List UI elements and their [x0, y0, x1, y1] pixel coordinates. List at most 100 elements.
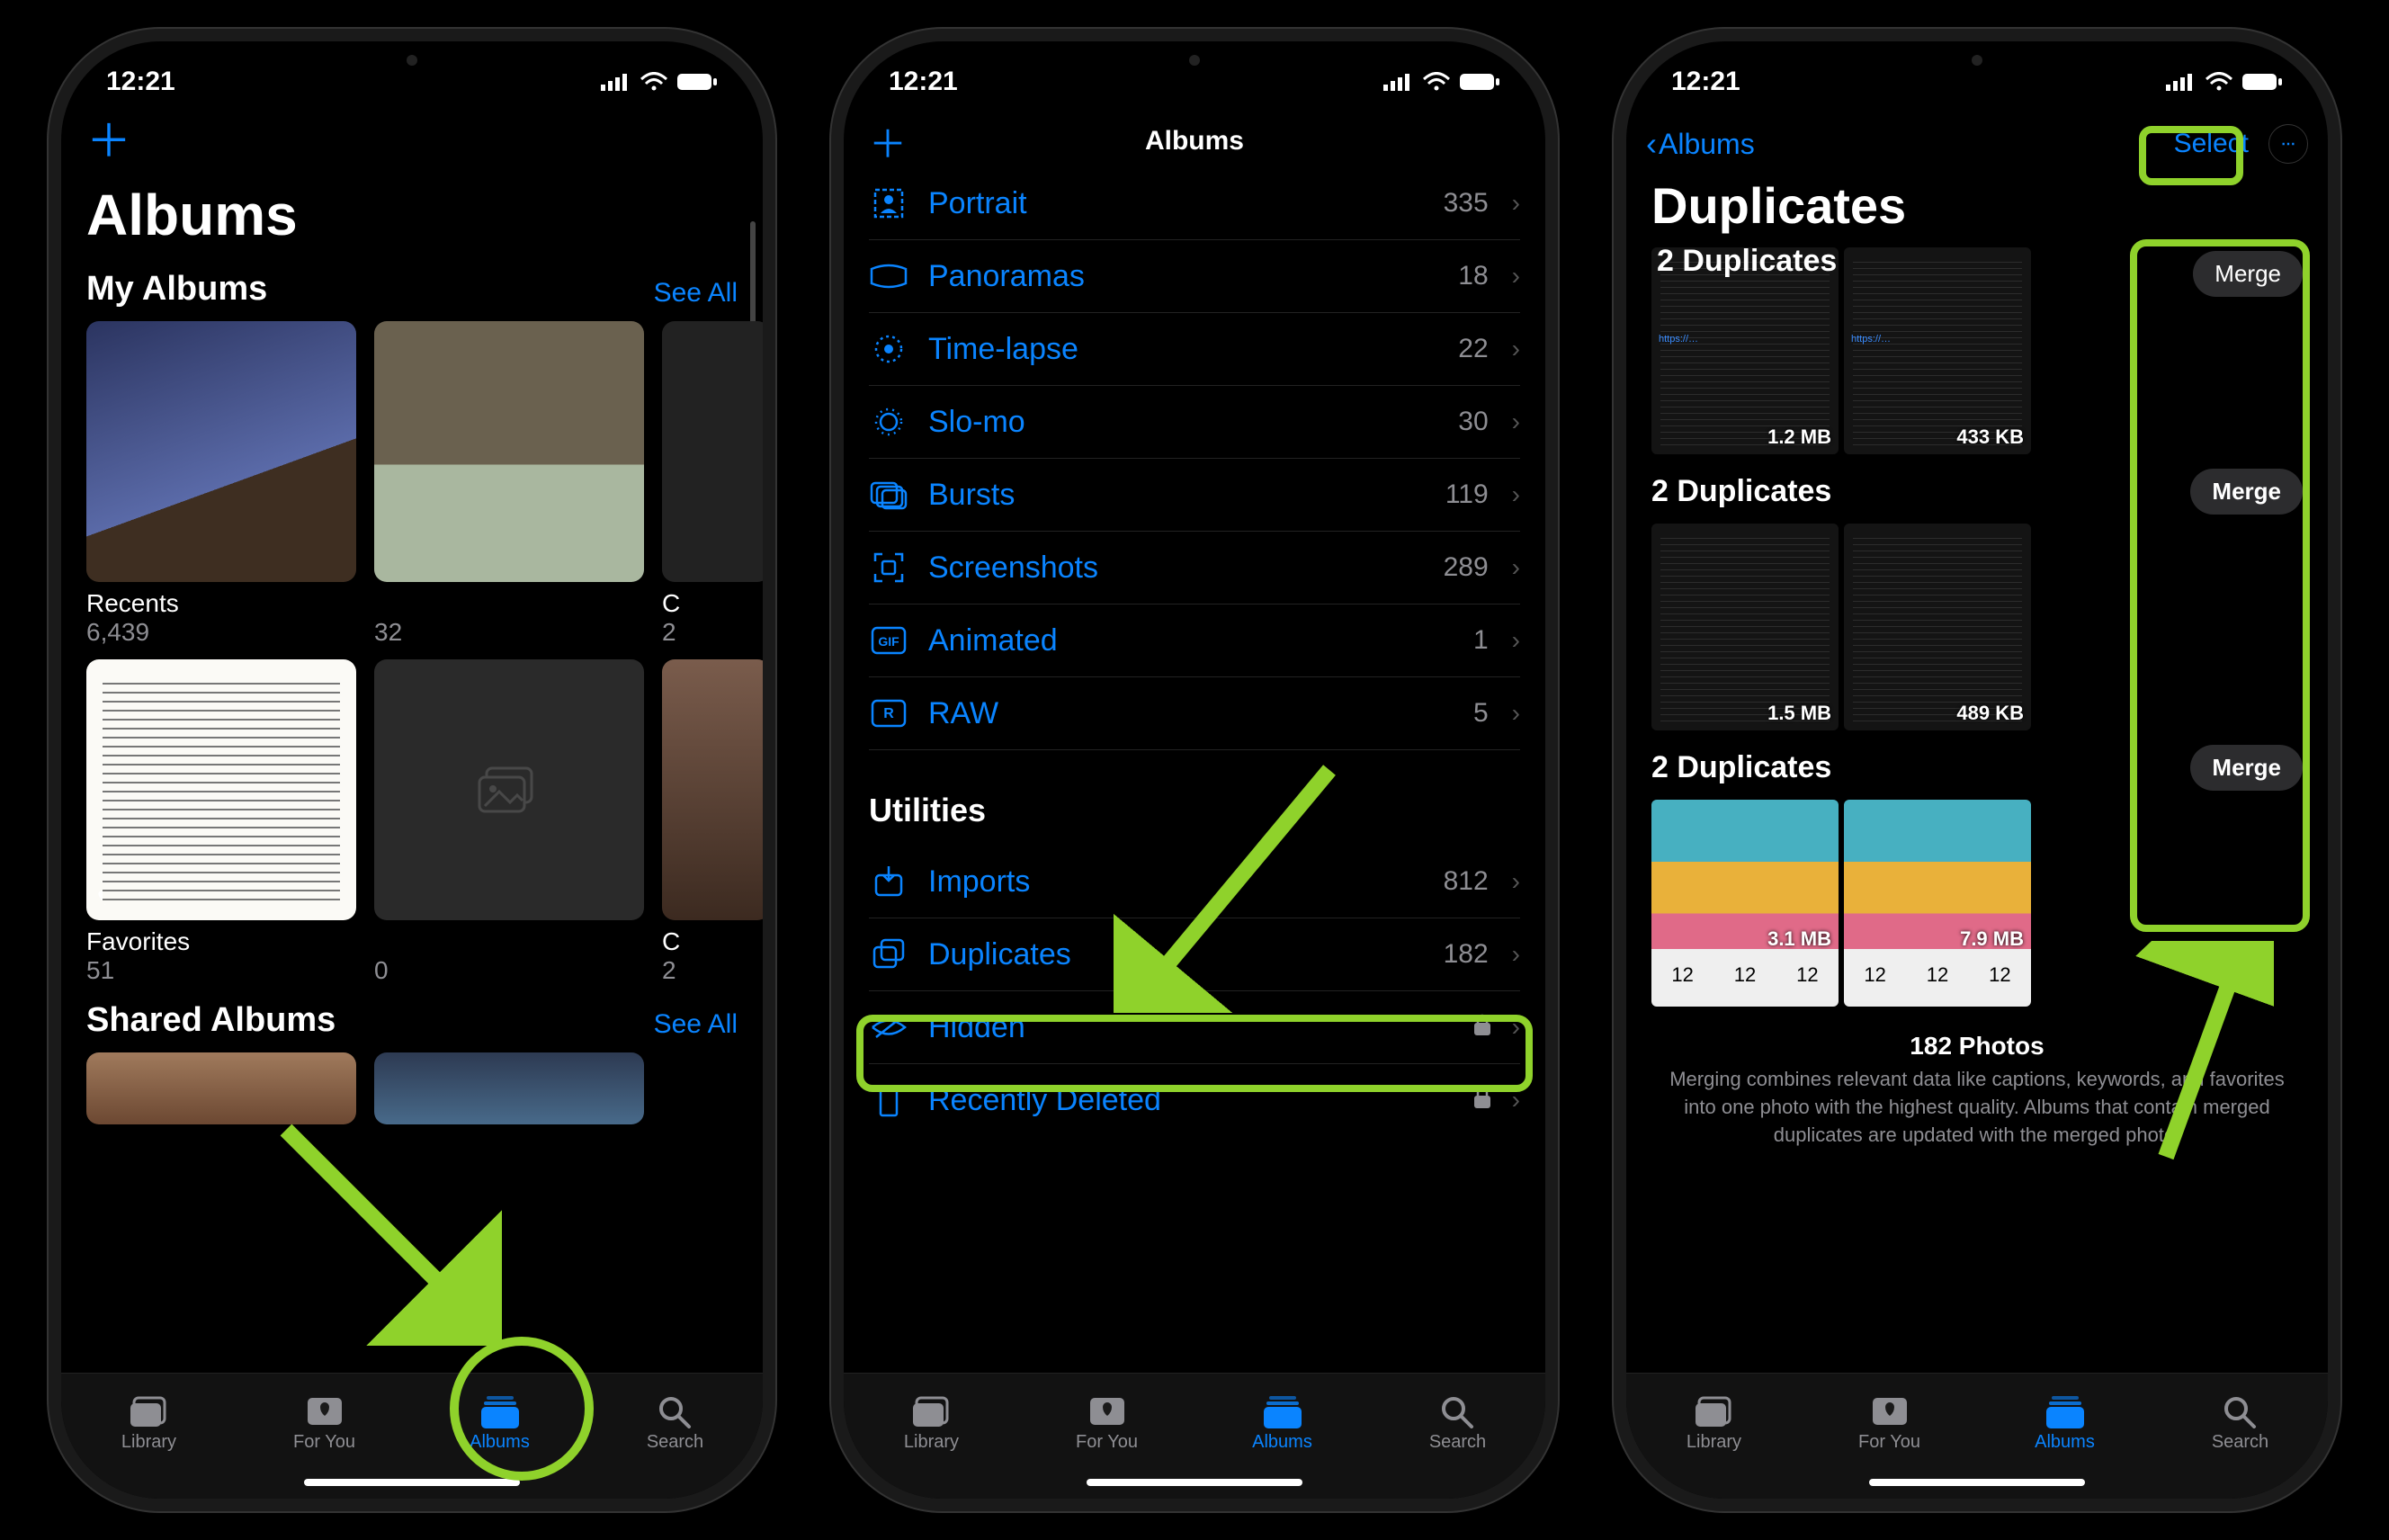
duplicate-group: 2 Duplicates https://… 1.2 MB https://… …: [1626, 244, 2328, 454]
row-panoramas[interactable]: Panoramas 18 ›: [869, 240, 1520, 313]
see-all-link[interactable]: See All: [654, 278, 738, 309]
tab-search[interactable]: Search: [2152, 1374, 2328, 1473]
album-thumb: [662, 659, 763, 920]
album-tile[interactable]: C 2: [662, 321, 763, 647]
add-button[interactable]: ＋: [86, 116, 131, 166]
album-count: 6,439: [86, 618, 356, 647]
cellular-icon: [2166, 73, 2197, 91]
tab-albums[interactable]: Albums: [412, 1374, 587, 1473]
album-thumb: [374, 659, 644, 920]
album-count: 2: [662, 618, 763, 647]
notch: [1860, 41, 2094, 79]
row-count: 812: [1444, 866, 1489, 897]
see-all-link[interactable]: See All: [654, 1009, 738, 1040]
thumb-link: https://…: [1851, 334, 1891, 345]
home-indicator[interactable]: [1869, 1479, 2085, 1486]
duplicate-thumb[interactable]: 1.5 MB: [1651, 524, 1839, 730]
album-thumb: [86, 321, 356, 582]
back-label: Albums: [1659, 128, 1755, 161]
imports-icon: [869, 862, 908, 901]
chevron-left-icon: ‹: [1646, 125, 1657, 163]
tab-albums[interactable]: Albums: [1977, 1374, 2152, 1473]
tab-label: For You: [293, 1432, 355, 1453]
tab-search[interactable]: Search: [587, 1374, 763, 1473]
row-animated[interactable]: GIF Animated 1 ›: [869, 604, 1520, 677]
tab-label: Search: [2212, 1432, 2268, 1453]
home-indicator[interactable]: [1087, 1479, 1302, 1486]
group-heading: 2 Duplicates: [1651, 750, 1831, 785]
row-count: 22: [1458, 334, 1488, 364]
row-timelapse[interactable]: Time-lapse 22 ›: [869, 313, 1520, 386]
duplicate-thumb[interactable]: 121212 7.9 MB: [1844, 800, 2031, 1007]
row-portrait[interactable]: Portrait 335 ›: [869, 167, 1520, 240]
album-tile-empty[interactable]: 0: [374, 659, 644, 985]
annotation-arrow: [268, 1112, 502, 1346]
tab-label: Albums: [470, 1432, 530, 1453]
more-button[interactable]: ⋯: [2268, 124, 2308, 164]
add-button[interactable]: ＋: [869, 114, 907, 169]
tab-foryou[interactable]: For You: [1802, 1374, 1977, 1473]
merge-button[interactable]: Merge: [2190, 469, 2303, 515]
tab-foryou[interactable]: For You: [237, 1374, 412, 1473]
album-name: Favorites: [86, 927, 356, 956]
tab-foryou[interactable]: For You: [1019, 1374, 1194, 1473]
home-indicator[interactable]: [304, 1479, 520, 1486]
status-time: 12:21: [1671, 67, 1740, 97]
tab-albums[interactable]: Albums: [1194, 1374, 1370, 1473]
duplicate-thumb[interactable]: https://… 433 KB: [1844, 247, 2031, 454]
row-slomo[interactable]: Slo-mo 30 ›: [869, 386, 1520, 459]
my-albums-header: My Albums See All: [61, 257, 763, 318]
row-count: 5: [1473, 698, 1489, 729]
tab-library[interactable]: Library: [61, 1374, 237, 1473]
tab-library[interactable]: Library: [844, 1374, 1019, 1473]
select-button[interactable]: Select: [2174, 129, 2249, 159]
notch: [295, 41, 529, 79]
tab-label: Albums: [1252, 1432, 1312, 1453]
svg-text:R: R: [883, 706, 894, 721]
scroll-indicator[interactable]: [750, 221, 756, 329]
row-recently-deleted[interactable]: Recently Deleted ›: [869, 1064, 1520, 1136]
album-tile-recents[interactable]: Recents 6,439: [86, 321, 356, 647]
tab-search[interactable]: Search: [1370, 1374, 1545, 1473]
album-thumb: ♥: [86, 659, 356, 920]
phone-frame-2: 12:21 ＋ Albums Portrait 335 › Panoramas …: [844, 41, 1545, 1499]
duplicate-thumb[interactable]: 121212 3.1 MB: [1651, 800, 1839, 1007]
row-label: Recently Deleted: [928, 1083, 1453, 1118]
row-raw[interactable]: R RAW 5 ›: [869, 677, 1520, 750]
screenshots-icon: [869, 548, 908, 587]
row-screenshots[interactable]: Screenshots 289 ›: [869, 532, 1520, 604]
nav-title: Albums: [1145, 126, 1244, 157]
tab-label: Library: [121, 1432, 176, 1453]
album-tile[interactable]: C 2: [662, 659, 763, 985]
album-tile[interactable]: 32: [374, 321, 644, 647]
tab-label: Search: [647, 1432, 703, 1453]
row-count: 119: [1445, 479, 1489, 510]
duplicate-thumb[interactable]: 489 KB: [1844, 524, 2031, 730]
album-name: [374, 927, 644, 956]
back-button[interactable]: ‹ Albums: [1646, 125, 1755, 163]
wifi-icon: [1423, 72, 1450, 92]
shared-albums-header: Shared Albums See All: [61, 989, 763, 1049]
chevron-right-icon: ›: [1512, 335, 1520, 363]
phone-frame-3: 12:21 ‹ Albums Select ⋯ Duplicates 2 Dup…: [1626, 41, 2328, 1499]
row-label: Hidden: [928, 1010, 1453, 1045]
battery-icon: [676, 72, 718, 92]
album-tile-favorites[interactable]: ♥ Favorites 51: [86, 659, 356, 985]
merge-button[interactable]: Merge: [2190, 745, 2303, 791]
lock-icon: [1472, 1087, 1492, 1115]
cellular-icon: [601, 73, 631, 91]
album-count: 2: [662, 956, 763, 985]
row-label: Time-lapse: [928, 332, 1438, 367]
wifi-icon: [2206, 72, 2232, 92]
duplicate-group: 2 Duplicates Merge 1.5 MB 489 KB: [1626, 454, 2328, 730]
row-count: 1: [1473, 625, 1489, 656]
row-count: 182: [1444, 939, 1489, 970]
tab-label: Library: [904, 1432, 959, 1453]
duplicates-icon: [869, 935, 908, 974]
row-bursts[interactable]: Bursts 119 ›: [869, 459, 1520, 532]
row-count: 289: [1444, 552, 1489, 583]
chevron-right-icon: ›: [1512, 189, 1520, 218]
merge-button[interactable]: Merge: [2193, 251, 2303, 297]
panorama-icon: [869, 256, 908, 296]
tab-library[interactable]: Library: [1626, 1374, 1802, 1473]
